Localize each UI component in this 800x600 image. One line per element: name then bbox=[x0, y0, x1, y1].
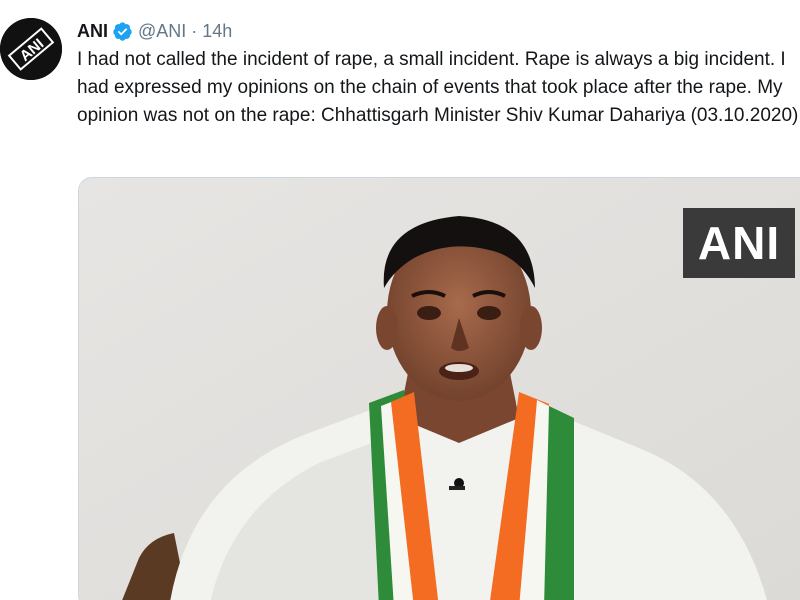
ani-watermark: ANI bbox=[683, 208, 795, 278]
author-name[interactable]: ANI bbox=[77, 21, 108, 42]
tweet-media-image[interactable]: ANI bbox=[78, 177, 800, 600]
separator-dot: · bbox=[191, 20, 198, 41]
tweet[interactable]: ANI ANI @ANI · 14h I had not called the … bbox=[0, 0, 800, 600]
ani-logo-icon: ANI bbox=[0, 18, 62, 80]
timestamp[interactable]: 14h bbox=[202, 21, 232, 42]
author-handle[interactable]: @ANI bbox=[138, 21, 186, 42]
verified-badge-icon bbox=[112, 21, 133, 42]
avatar[interactable]: ANI bbox=[0, 18, 62, 80]
tweet-text: I had not called the incident of rape, a… bbox=[77, 49, 799, 126]
tweet-header: ANI @ANI · 14h bbox=[77, 18, 232, 44]
